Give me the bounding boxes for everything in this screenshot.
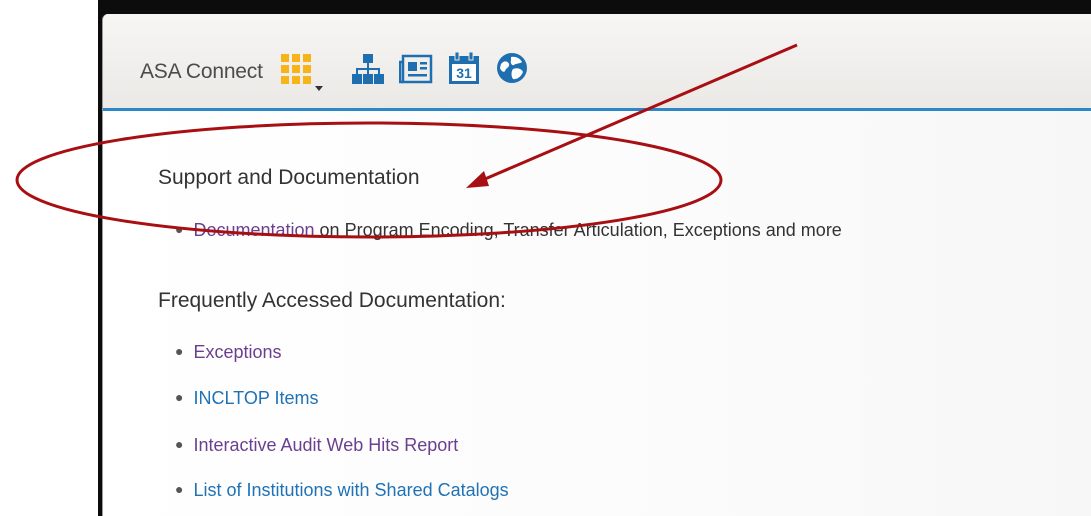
documentation-link[interactable]: Documentation — [193, 220, 314, 240]
bullet: ● — [175, 481, 184, 497]
list-item: ● Interactive Audit Web Hits Report — [175, 435, 458, 456]
top-navigation-bar: ASA Connect 31 — [103, 14, 1091, 111]
bullet: ● — [175, 389, 184, 405]
bullet: ● — [175, 343, 184, 359]
documentation-description: on Program Encoding, Transfer Articulati… — [314, 220, 842, 240]
globe-icon[interactable] — [496, 52, 528, 89]
frequent-heading: Frequently Accessed Documentation: — [158, 289, 506, 312]
support-heading: Support and Documentation — [158, 166, 420, 189]
support-list-item: ● Documentation on Program Encoding, Tran… — [175, 220, 842, 241]
app-title[interactable]: ASA Connect — [140, 60, 263, 84]
shared-catalogs-link[interactable]: List of Institutions with Shared Catalog… — [193, 480, 508, 500]
apps-grid-icon[interactable] — [281, 54, 311, 89]
main-content: Support and Documentation ● Documentation… — [103, 111, 1091, 516]
bullet: ● — [175, 436, 184, 452]
incltop-items-link[interactable]: INCLTOP Items — [193, 388, 318, 408]
bullet: ● — [175, 221, 184, 237]
dropdown-caret-icon[interactable] — [315, 79, 323, 97]
news-icon[interactable] — [398, 54, 433, 89]
list-item: ● List of Institutions with Shared Catalo… — [175, 480, 509, 501]
audit-web-hits-report-link[interactable]: Interactive Audit Web Hits Report — [193, 435, 458, 455]
list-item: ● Exceptions — [175, 342, 282, 363]
calendar-icon[interactable]: 31 — [449, 51, 479, 89]
calendar-day: 31 — [456, 65, 472, 81]
sitemap-icon[interactable] — [352, 54, 384, 89]
exceptions-link[interactable]: Exceptions — [193, 342, 281, 362]
browser-window: ASA Connect 31 Support and Documentation… — [102, 14, 1091, 516]
list-item: ● INCLTOP Items — [175, 388, 319, 409]
